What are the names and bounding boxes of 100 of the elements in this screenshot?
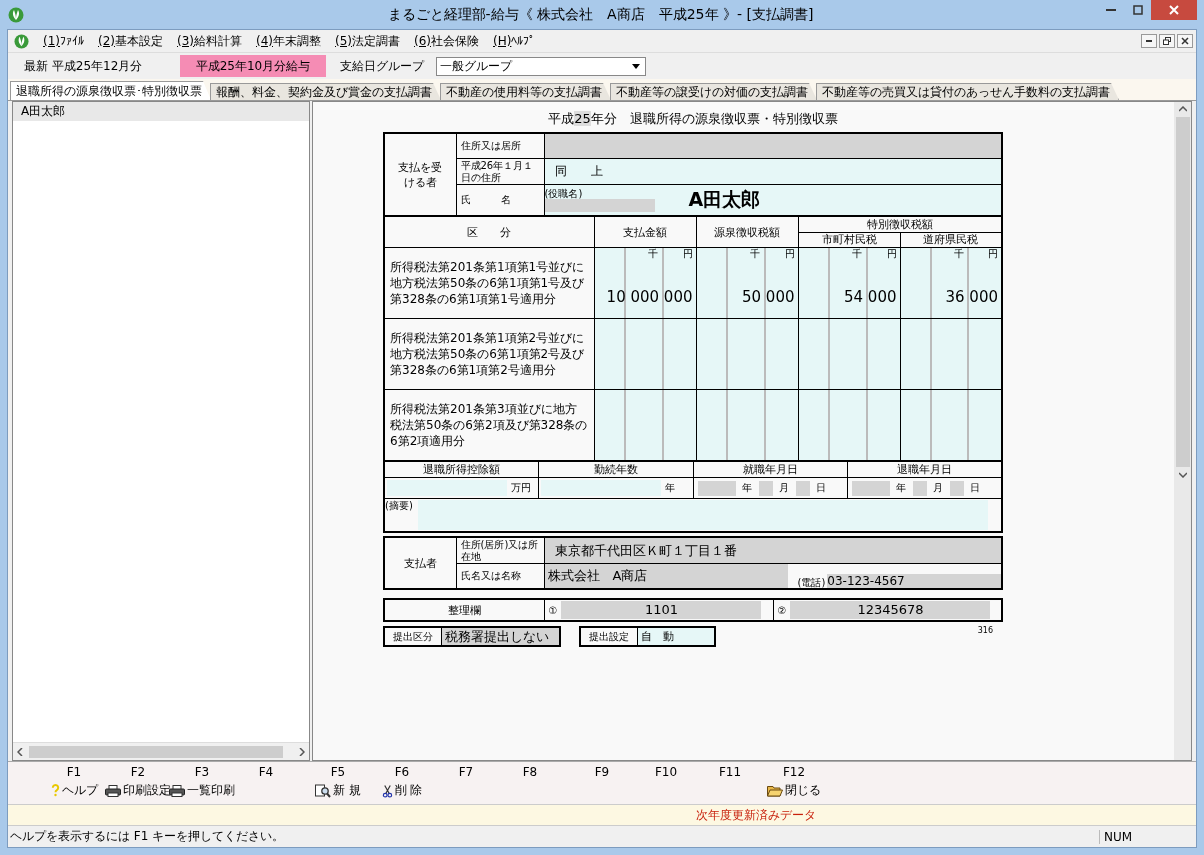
tab[interactable]: 不動産等の譲受けの対価の支払調書 xyxy=(610,83,817,100)
unit-label: 年 xyxy=(665,482,675,493)
payer-name-field[interactable]: 株式会社 A商店 xyxy=(544,564,788,588)
column-header: 源泉徴収税額 xyxy=(714,225,780,239)
menu-item[interactable]: (6)社会保険 xyxy=(414,32,479,50)
submission-setting-field[interactable]: 自 動 xyxy=(638,628,714,645)
remarks-label: (摘要) xyxy=(385,500,413,511)
close-icon xyxy=(1181,37,1189,45)
scrollbar[interactable] xyxy=(13,742,309,760)
function-key-button[interactable]: 一覧印刷 xyxy=(169,782,235,799)
unit-label: 円 xyxy=(987,248,998,259)
reference-field[interactable]: 12345678 xyxy=(790,601,991,619)
jan1-address-field[interactable]: 同 上 xyxy=(544,158,1002,185)
menu-item[interactable]: (4)年末調整 xyxy=(256,32,321,50)
function-key-button[interactable]: 印刷設定 xyxy=(105,782,171,799)
column-header: 勤続年数 xyxy=(593,463,638,476)
menu-item[interactable]: (5)法定調書 xyxy=(335,32,400,50)
reference-mark: ② xyxy=(776,605,788,616)
submission-category-field[interactable]: 税務署提出しない xyxy=(442,628,559,645)
name-field[interactable]: A田太郎 xyxy=(688,187,761,213)
group-dropdown[interactable]: 一般グループ xyxy=(436,56,646,76)
unit-label: 万円 xyxy=(511,482,531,493)
function-key-button[interactable]: 閉じる xyxy=(767,782,821,799)
amount-value[interactable]: 10 000 000 xyxy=(606,288,693,306)
form-title-era: 平成 xyxy=(548,111,575,126)
unit-label: 千 xyxy=(952,248,965,259)
unit-label: 千 xyxy=(850,248,863,259)
tab[interactable]: 不動産等の売買又は貸付のあっせん手数料の支払調書 xyxy=(816,83,1119,100)
row-label: 所得税法第201条第3項並びに地方税法第50条の6第2項及び第328条の6第2項適用分 xyxy=(390,402,588,448)
minimize-button[interactable] xyxy=(1141,34,1157,48)
scissors-icon xyxy=(381,783,393,798)
phone-field[interactable]: 03-123-4567 xyxy=(827,574,1001,588)
folder-icon xyxy=(767,784,783,797)
amount-value[interactable]: 54 000 xyxy=(844,288,897,306)
employee-list-item[interactable]: A田太郎 xyxy=(13,102,309,121)
address-field[interactable] xyxy=(544,133,1002,159)
group-label: 支給日グループ xyxy=(340,57,424,75)
unit-label: 円 xyxy=(681,248,693,259)
tab[interactable]: 報酬、料金、契約金及び賞金の支払調書 xyxy=(210,83,441,100)
function-key-label: F10 xyxy=(654,765,678,779)
column-header: 支払金額 xyxy=(623,225,667,239)
status-text: ヘルプを表示するには F1 キーを押してください。 xyxy=(9,828,286,845)
unit-label: 月 xyxy=(933,482,943,493)
payer-label: 支払者 xyxy=(403,556,437,570)
scroll-right-icon[interactable] xyxy=(299,747,305,756)
latest-period-label: 最新 平成25年12月分 xyxy=(23,57,144,75)
function-key-label: F6 xyxy=(394,765,410,779)
amount-value[interactable]: 50 000 xyxy=(742,288,795,306)
function-key-button[interactable]: ヘルプ xyxy=(50,782,98,799)
function-key-label: F12 xyxy=(782,765,806,779)
scroll-thumb[interactable] xyxy=(1175,117,1190,467)
payer-address-field[interactable]: 東京都千代田区Ｋ町１丁目１番 xyxy=(544,537,1002,564)
menu-item[interactable]: (1)ﾌｧｲﾙ xyxy=(43,34,84,48)
column-header: 退職所得控除額 xyxy=(423,463,500,476)
status-indicator: NUM xyxy=(1099,829,1184,844)
close-icon xyxy=(1169,5,1179,15)
menu-item[interactable]: (3)給料計算 xyxy=(177,32,242,50)
column-header: 退職年月日 xyxy=(897,463,952,476)
function-key-button[interactable]: 削 除 xyxy=(381,782,423,799)
tab[interactable]: 退職所得の源泉徴収票･特別徴収票 xyxy=(10,81,211,100)
date-field[interactable] xyxy=(913,480,927,496)
app-logo-icon xyxy=(14,33,29,49)
window-title: まるごと経理部-給与《 株式会社 A商店 平成25年 》- [支払調書] xyxy=(386,5,815,24)
tab[interactable]: 不動産の使用料等の支払調書 xyxy=(440,83,611,100)
address-label: 住所又は居所 xyxy=(460,140,521,152)
function-key-button[interactable]: 新 規 xyxy=(315,782,361,799)
function-key-label: F3 xyxy=(194,765,210,779)
role-field[interactable] xyxy=(544,199,655,212)
scroll-thumb[interactable] xyxy=(29,745,283,758)
role-label: (役職名) xyxy=(544,188,584,199)
remarks-field[interactable] xyxy=(418,500,988,530)
app-logo-icon xyxy=(8,6,24,23)
close-button[interactable] xyxy=(1177,34,1193,48)
function-key-label: F8 xyxy=(522,765,538,779)
form-code: 316 xyxy=(977,626,993,635)
scroll-down-icon[interactable] xyxy=(1178,472,1187,478)
column-header: 特別徴収税額 xyxy=(866,217,933,231)
reference-label: 整理欄 xyxy=(447,603,481,617)
menu-item[interactable]: (2)基本設定 xyxy=(98,32,163,50)
date-field[interactable] xyxy=(758,480,773,496)
unit-label: 千 xyxy=(646,248,659,259)
notice-text: 次年度更新済みデータ xyxy=(696,806,816,824)
recipient-label: 支払を受ける者 xyxy=(398,160,443,189)
date-field[interactable] xyxy=(852,480,890,496)
year-field[interactable]: 25 xyxy=(574,111,591,126)
date-field[interactable] xyxy=(697,480,736,496)
function-key-label: F7 xyxy=(458,765,474,779)
menu-item[interactable]: (H)ﾍﾙﾌﾟ xyxy=(493,34,536,48)
name-label: 氏 名 xyxy=(460,194,511,206)
amount-value[interactable]: 36 000 xyxy=(945,288,998,306)
restore-button[interactable] xyxy=(1159,34,1175,48)
payer-name-label: 氏名又は名称 xyxy=(460,570,521,582)
date-field[interactable] xyxy=(950,480,964,496)
jan1-address-label: 平成26年１月１日の住所 xyxy=(460,160,534,183)
scroll-left-icon[interactable] xyxy=(17,747,23,756)
scrollbar[interactable] xyxy=(1174,102,1191,760)
unit-label: 千 xyxy=(748,248,761,259)
minimize-icon xyxy=(1105,9,1116,11)
date-field[interactable] xyxy=(795,480,810,496)
scroll-up-icon[interactable] xyxy=(1178,106,1187,112)
